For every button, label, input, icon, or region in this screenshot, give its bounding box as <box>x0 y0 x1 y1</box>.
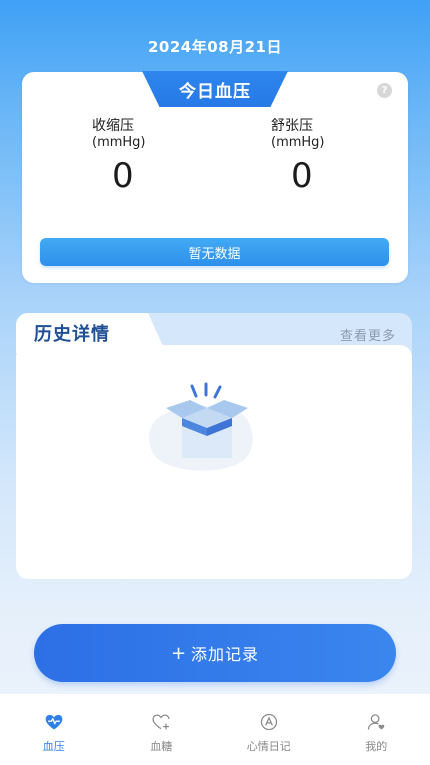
tab-label: 血压 <box>42 740 65 753</box>
systolic-unit: (mmHg) <box>92 135 146 150</box>
heart-pulse-icon <box>45 714 63 730</box>
diastolic-value: 0 <box>291 156 313 196</box>
tab-blood-sugar[interactable]: 血糖 <box>108 694 216 765</box>
today-bp-title: 今日血压 <box>142 71 288 107</box>
view-more-link[interactable]: 查看更多 <box>340 325 396 344</box>
add-record-label: 添加记录 <box>191 645 260 664</box>
no-data-status: 暂无数据 <box>40 238 389 266</box>
tab-label: 血糖 <box>150 740 173 753</box>
add-record-button[interactable]: + 添加记录 <box>34 624 396 682</box>
diastolic-metric: 舒张压 (mmHg) 0 <box>271 118 391 196</box>
systolic-metric: 收缩压 (mmHg) 0 <box>92 118 212 196</box>
empty-box-icon <box>148 382 253 471</box>
user-icon <box>368 714 385 730</box>
today-bp-card: 今日血压 ? 收缩压 (mmHg) 0 舒张压 (mmHg) 0 暂无数据 <box>22 71 408 283</box>
tab-label: 我的 <box>365 740 388 753</box>
current-date: 2024年08月21日 <box>148 38 282 56</box>
diastolic-unit: (mmHg) <box>271 135 325 150</box>
diastolic-label: 舒张压 <box>271 118 313 134</box>
systolic-label: 收缩压 <box>92 118 134 134</box>
tab-profile[interactable]: 我的 <box>323 694 430 765</box>
tab-mood-diary[interactable]: 心情日记 <box>215 694 323 765</box>
tab-blood-pressure[interactable]: 血压 <box>0 694 108 765</box>
tab-label: 心情日记 <box>246 740 291 753</box>
systolic-value: 0 <box>112 156 134 196</box>
plus-icon: + <box>170 642 188 664</box>
question-icon[interactable]: ? <box>377 83 392 98</box>
bottom-tab-bar: 血压 血糖 心情日记 我的 <box>0 694 430 765</box>
heart-plus-icon <box>152 714 170 730</box>
mood-icon <box>260 713 277 731</box>
